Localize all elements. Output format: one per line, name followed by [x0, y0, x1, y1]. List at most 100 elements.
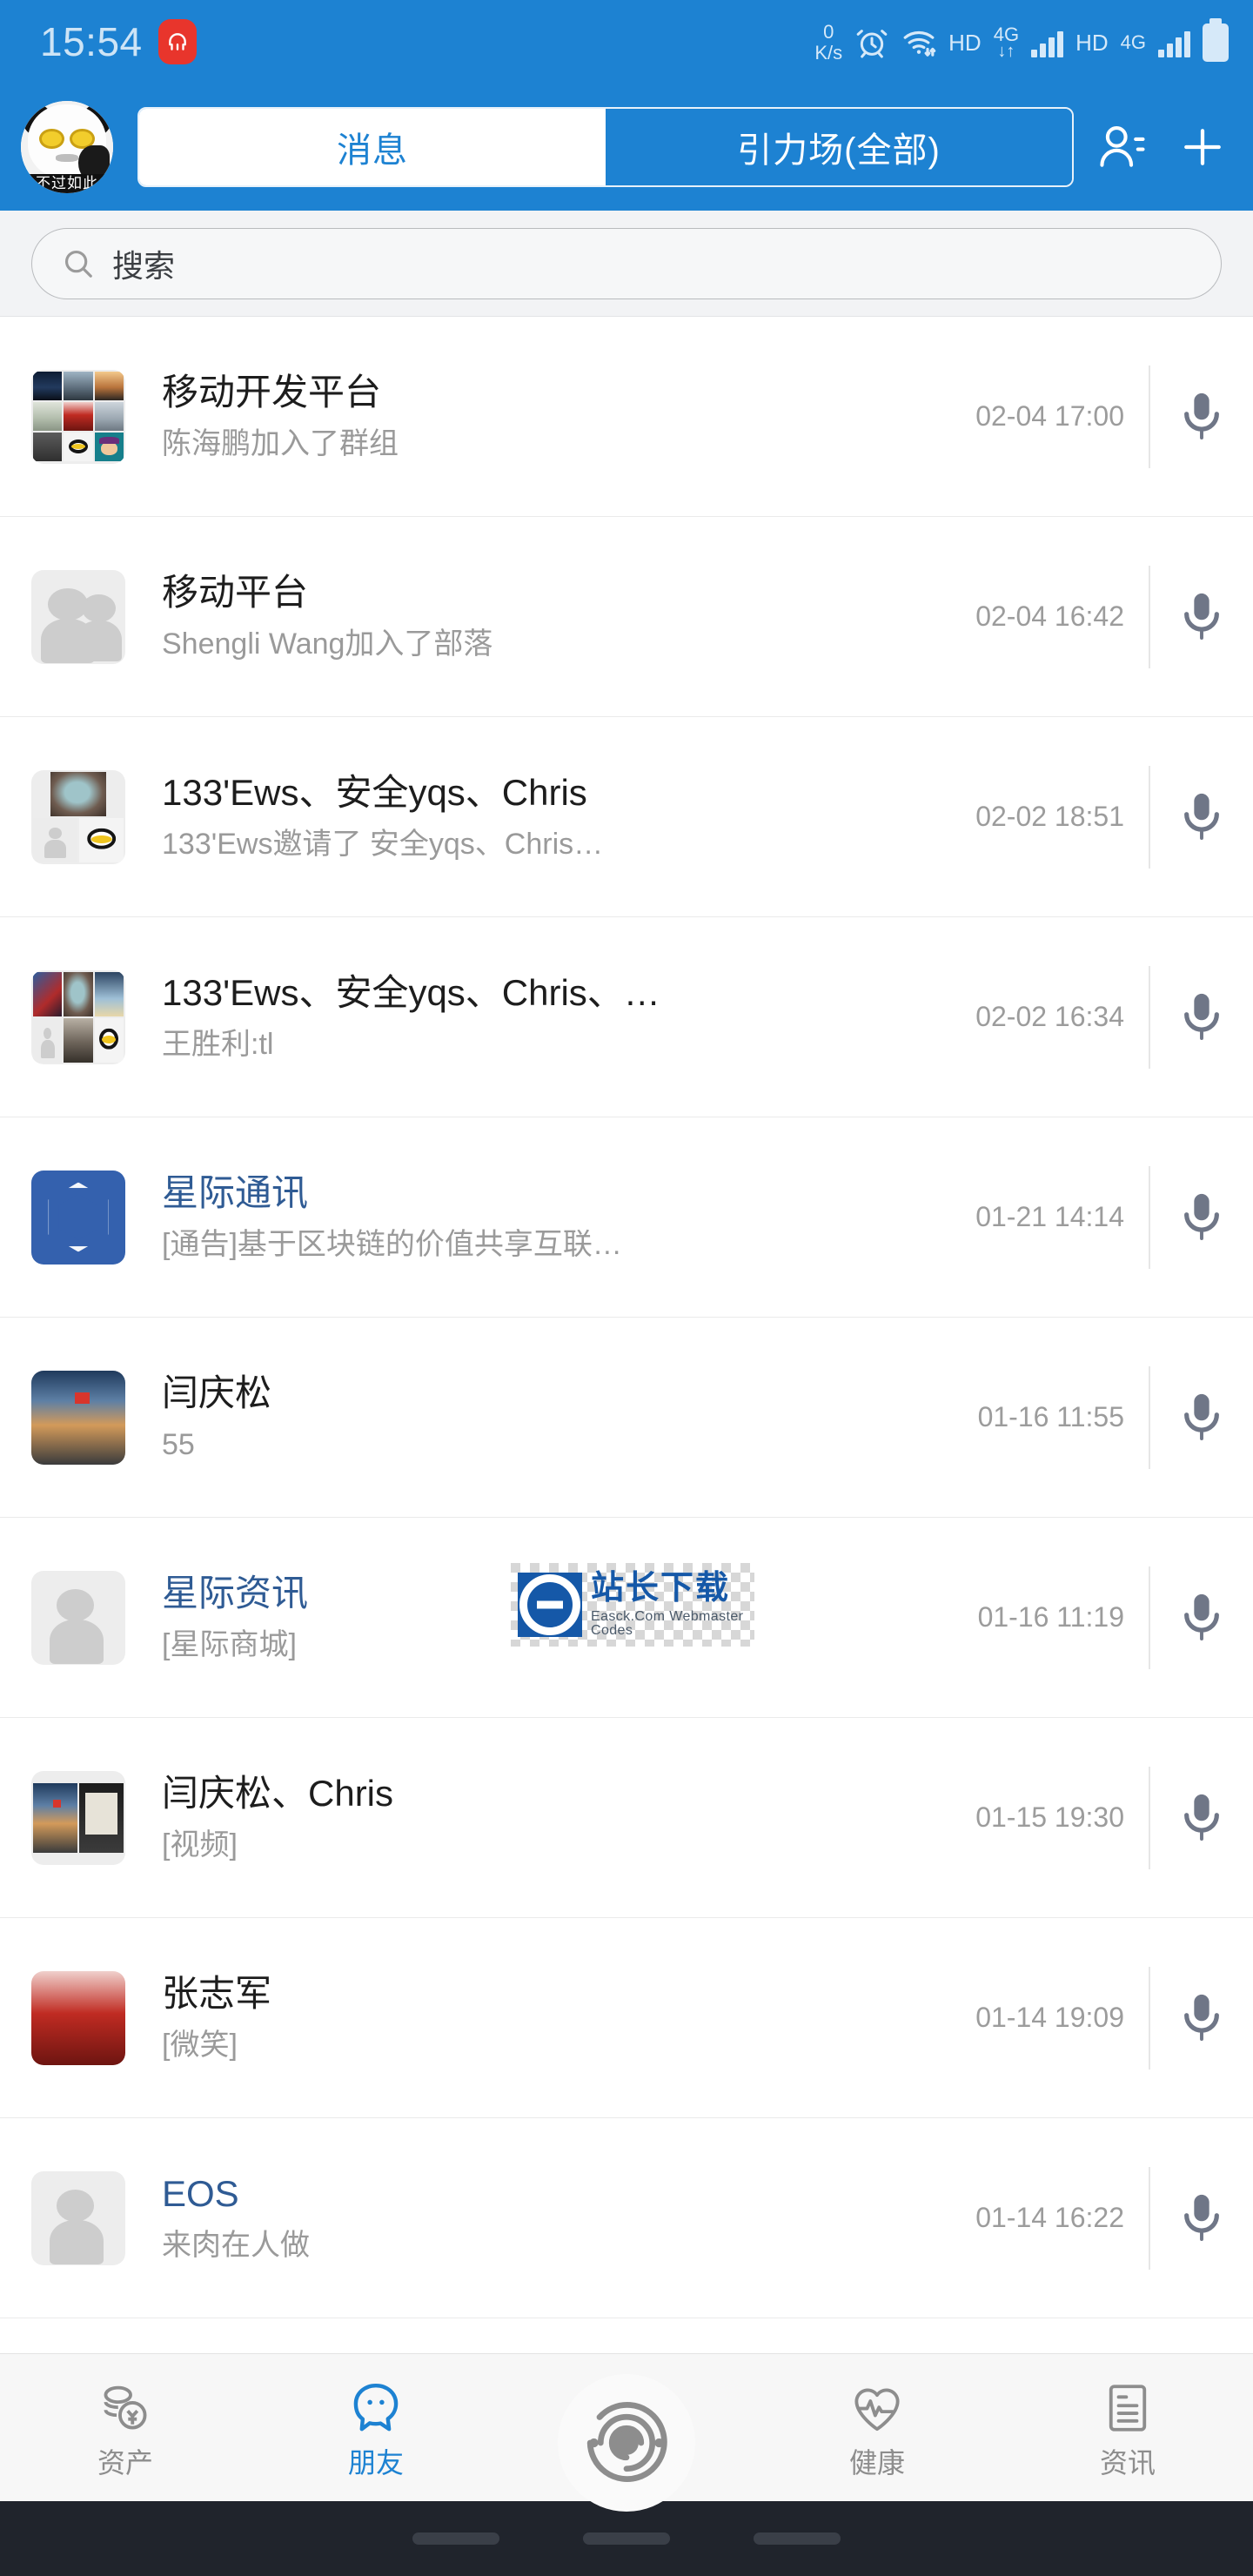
chat-title: EOS	[162, 2174, 239, 2214]
nav-item-health[interactable]: 健康	[752, 2379, 1002, 2477]
chat-text-block: 张志军 [微笑]	[125, 1974, 975, 2061]
lte-indicator-2: 4G	[1121, 33, 1146, 52]
hd-label-1: HD	[948, 29, 982, 56]
chat-timestamp: 01-14 19:09	[975, 2002, 1124, 2033]
chat-timestamp: 02-02 16:34	[975, 1001, 1124, 1032]
microphone-icon[interactable]	[1150, 990, 1253, 1044]
avatar	[31, 1770, 125, 1865]
chat-timestamp: 01-16 11:55	[977, 1401, 1124, 1432]
wifi-icon	[903, 31, 936, 57]
microphone-icon[interactable]	[1150, 1191, 1253, 1244]
lte-label-2: 4G	[1120, 31, 1146, 53]
status-bar: 15:54 0 K/s HD 4G ↓↑ HD 4G	[0, 0, 1253, 84]
chat-list-item[interactable]: EOS 来肉在人做 01-14 16:22	[0, 2118, 1253, 2318]
chat-title: 闫庆松	[162, 1373, 272, 1413]
chat-text-block: 133'Ews、安全yqs、Chris、… 王胜利:tl	[125, 973, 975, 1060]
chat-timestamp: 01-16 11:19	[977, 1601, 1124, 1633]
microphone-icon[interactable]	[1150, 390, 1253, 444]
panda-avatar-image: 不过如此	[21, 101, 113, 193]
alarm-icon	[856, 30, 888, 58]
chat-timestamp: 01-21 14:14	[975, 1201, 1124, 1232]
chat-list-item[interactable]: 133'Ews、安全yqs、Chris、… 王胜利:tl 02-02 16:34	[0, 917, 1253, 1117]
data-arrows-icon: ↓↑	[997, 42, 1015, 61]
watermark-logo-icon	[518, 1573, 582, 1637]
watermark: 站长下载 Easck.Com Webmaster Codes	[511, 1563, 754, 1647]
search-placeholder: 搜索	[112, 247, 176, 284]
chat-subtitle: 来肉在人做	[162, 2229, 310, 2262]
microphone-icon[interactable]	[1150, 1791, 1253, 1845]
avatar	[31, 969, 125, 1064]
signal-bars-icon-2	[1158, 28, 1190, 57]
headphone-icon	[157, 19, 197, 64]
profile-avatar[interactable]: 不过如此	[21, 101, 113, 193]
tab-gravity-field[interactable]: 引力场(全部)	[606, 109, 1072, 185]
microphone-icon[interactable]	[1150, 1391, 1253, 1445]
chat-list-item[interactable]: 闫庆松、Chris [视频] 01-15 19:30	[0, 1718, 1253, 1918]
chat-timestamp: 01-15 19:30	[975, 1801, 1124, 1833]
chat-timestamp: 02-02 18:51	[975, 801, 1124, 832]
plus-icon[interactable]	[1176, 121, 1229, 173]
nav-label-friends: 朋友	[347, 2446, 404, 2479]
person-add-icon[interactable]	[1096, 120, 1150, 174]
signal-bars-icon-1	[1031, 28, 1064, 57]
microphone-icon[interactable]	[1150, 790, 1253, 844]
chat-title: 移动开发平台	[162, 372, 382, 413]
avatar-caption: 不过如此	[36, 175, 98, 192]
nav-label-health: 健康	[848, 2446, 905, 2479]
chat-list-item[interactable]: 133'Ews、安全yqs、Chris 133'Ews邀请了 安全yqs、Chr…	[0, 717, 1253, 917]
nav-item-assets[interactable]: 资产	[0, 2379, 251, 2477]
chat-list[interactable]: 移动开发平台 陈海鹏加入了群组 02-04 17:00 移动平台 Shengli…	[0, 317, 1253, 2353]
android-home-button[interactable]	[583, 2532, 670, 2545]
chat-list-item[interactable]: 移动开发平台 陈海鹏加入了群组 02-04 17:00	[0, 317, 1253, 517]
network-speed-indicator: 0 K/s	[814, 23, 842, 63]
chat-list-item[interactable]: 星际通讯 [通告]基于区块链的价值共享互联… 01-21 14:14	[0, 1117, 1253, 1318]
avatar	[31, 1970, 125, 2065]
nav-item-news[interactable]: 资讯	[1002, 2379, 1253, 2477]
nav-item-friends[interactable]: 朋友	[251, 2379, 501, 2477]
chat-text-block: EOS 来肉在人做	[125, 2174, 975, 2261]
search-bar-container: 搜索	[0, 211, 1253, 317]
chat-list-item[interactable]: 移动平台 Shengli Wang加入了部落 02-04 16:42	[0, 517, 1253, 717]
bottom-navigation: 资产 朋友 健康 资讯	[0, 2353, 1253, 2512]
search-input[interactable]: 搜索	[31, 227, 1222, 299]
hd-label-2: HD	[1075, 29, 1109, 56]
avatar	[31, 1570, 125, 1665]
microphone-icon[interactable]	[1150, 2191, 1253, 2245]
watermark-title: 站长下载	[591, 1570, 731, 1607]
tab-messages[interactable]: 消息	[139, 109, 606, 185]
android-back-button[interactable]	[412, 2532, 499, 2545]
android-navigation-bar	[0, 2501, 1253, 2576]
app-screen: 15:54 0 K/s HD 4G ↓↑ HD 4G 不过如此 消息 引力场(全…	[0, 0, 1253, 2576]
network-speed-value: 0	[823, 21, 834, 43]
chat-subtitle: 王胜利:tl	[162, 1028, 274, 1061]
avatar	[31, 369, 125, 464]
heart-pulse-icon	[854, 2388, 900, 2431]
status-bar-clock: 15:54	[40, 19, 143, 64]
hexagon-logo-icon	[48, 1182, 109, 1252]
chat-subtitle: [视频]	[162, 1828, 238, 1862]
chat-text-block: 移动开发平台 陈海鹏加入了群组	[125, 372, 975, 460]
nav-label-assets: 资产	[97, 2446, 153, 2479]
microphone-icon[interactable]	[1150, 590, 1253, 644]
chat-title: 张志军	[162, 1974, 272, 2014]
chat-list-item[interactable]: 张志军 [微笑] 01-14 19:09	[0, 1918, 1253, 2118]
chat-list-item[interactable]: 闫庆松 55 01-16 11:55	[0, 1318, 1253, 1518]
header-actions	[1096, 120, 1234, 174]
chat-subtitle: [通告]基于区块链的价值共享互联…	[162, 1228, 622, 1261]
chat-title: 133'Ews、安全yqs、Chris、…	[162, 973, 660, 1013]
chat-title: 星际通讯	[162, 1173, 309, 1213]
center-action-button[interactable]	[558, 2373, 695, 2512]
nav-label-news: 资讯	[1099, 2446, 1156, 2479]
avatar	[31, 1370, 125, 1465]
search-icon	[64, 250, 92, 278]
avatar	[31, 769, 125, 864]
chat-text-block: 闫庆松 55	[125, 1373, 978, 1460]
android-recents-button[interactable]	[754, 2532, 841, 2545]
avatar	[31, 1170, 125, 1265]
chat-subtitle: 陈海鹏加入了群组	[162, 427, 399, 460]
microphone-icon[interactable]	[1150, 1591, 1253, 1645]
chat-subtitle: [微笑]	[162, 2029, 238, 2062]
chat-title: 133'Ews、安全yqs、Chris	[162, 773, 587, 813]
microphone-icon[interactable]	[1150, 1991, 1253, 2045]
spiral-icon	[586, 2401, 667, 2482]
